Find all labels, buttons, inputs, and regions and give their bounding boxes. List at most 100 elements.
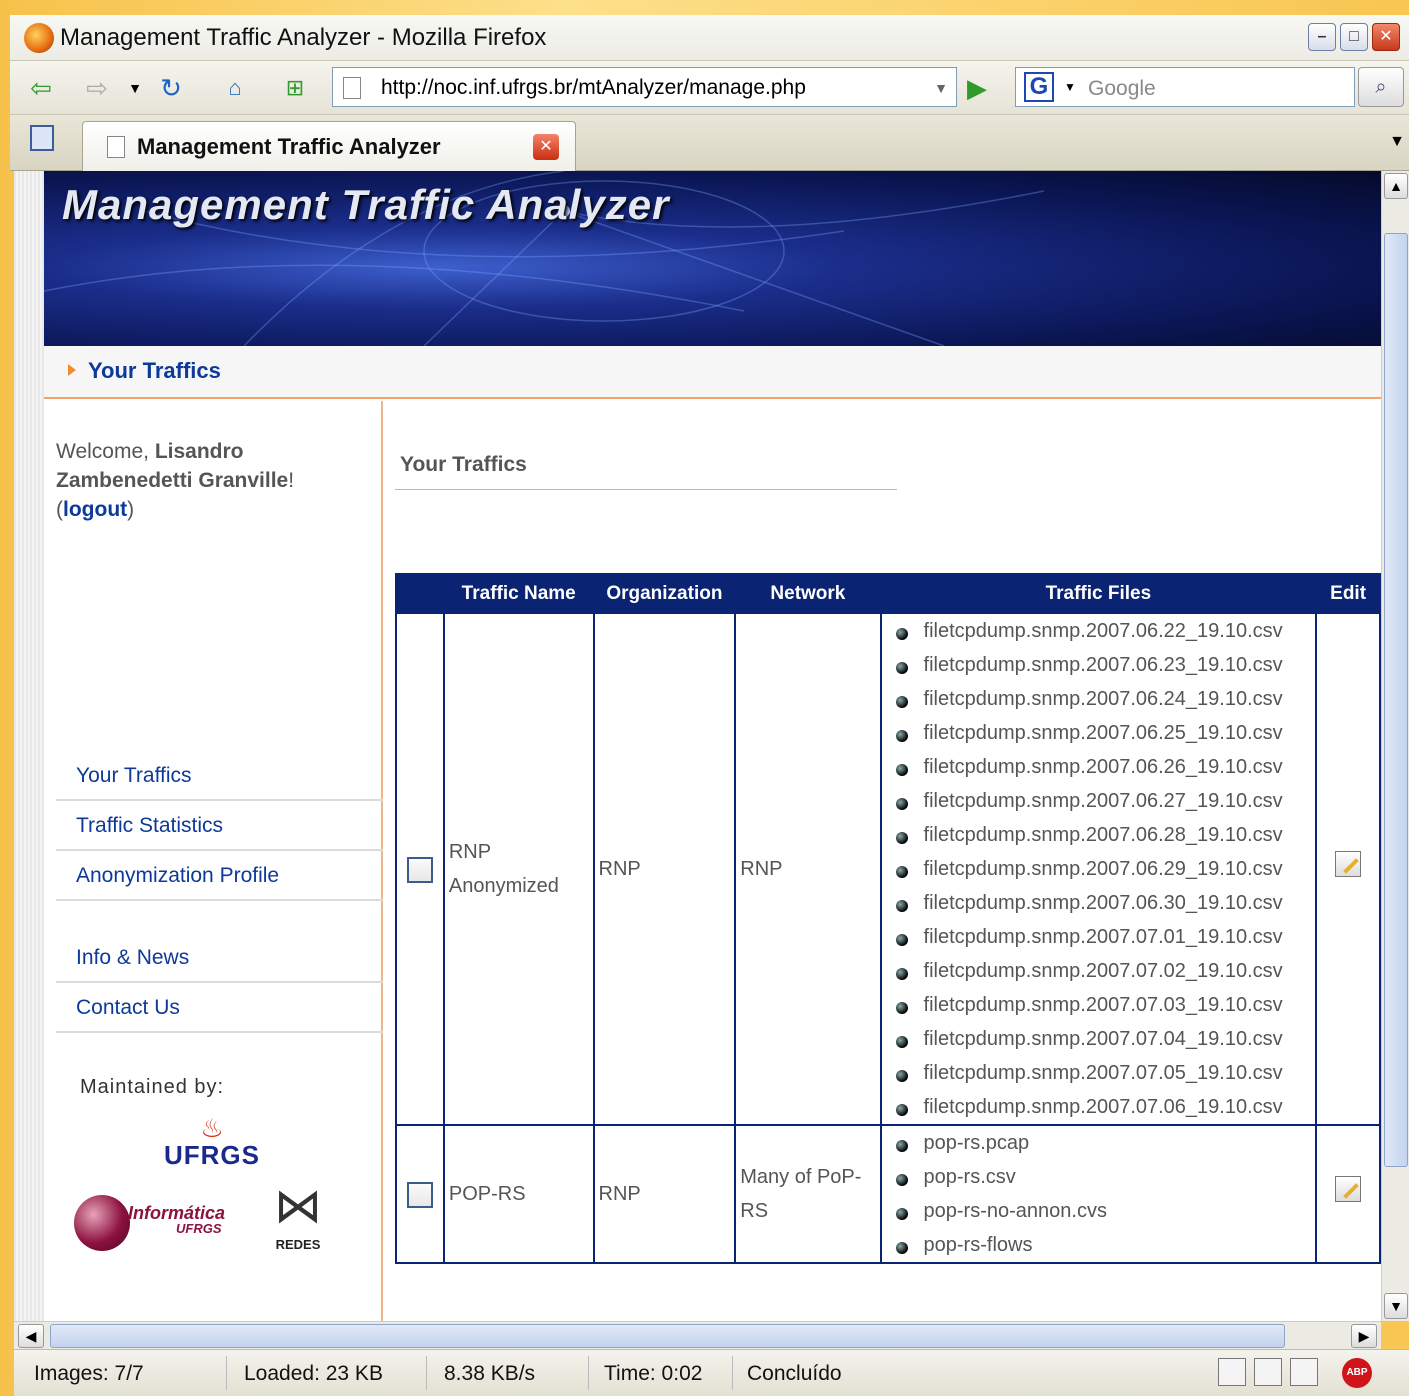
bullet-icon [895,968,908,980]
traffic-file-name[interactable]: filetcpdump.snmp.2007.06.28_19.10.csv [924,824,1283,846]
sidebar-item-anonymization-profile[interactable]: Anonymization Profile [56,851,383,901]
list-item[interactable]: filetcpdump.snmp.2007.06.29_19.10.csv [886,852,1312,886]
scroll-left-icon[interactable]: ◀ [18,1324,44,1348]
bullet-icon [895,900,908,912]
adblock-plus-icon[interactable]: ABP [1342,1358,1372,1388]
traffic-file-name[interactable]: filetcpdump.snmp.2007.06.27_19.10.csv [924,790,1283,812]
traffic-file-name[interactable]: filetcpdump.snmp.2007.07.01_19.10.csv [924,926,1283,948]
list-item[interactable]: filetcpdump.snmp.2007.07.06_19.10.csv [886,1090,1312,1124]
traffic-file-name[interactable]: pop-rs-no-annon.cvs [924,1200,1107,1222]
logout-link[interactable]: logout [63,498,127,521]
magnifier-icon[interactable]: ⌕ [1358,67,1404,107]
list-item[interactable]: pop-rs-flows [886,1228,1312,1262]
list-item[interactable]: filetcpdump.snmp.2007.06.30_19.10.csv [886,886,1312,920]
breadcrumb-label[interactable]: Your Traffics [88,358,221,384]
horizontal-scroll-thumb[interactable] [50,1324,1285,1348]
page-icon [107,136,125,158]
list-item[interactable]: pop-rs.pcap [886,1126,1312,1160]
url-dropdown-icon[interactable]: ▼ [934,80,948,96]
search-input[interactable]: Google [1088,77,1156,101]
tab-close-icon[interactable]: ✕ [533,134,559,160]
list-item[interactable]: pop-rs-no-annon.cvs [886,1194,1312,1228]
list-item[interactable]: filetcpdump.snmp.2007.07.03_19.10.csv [886,988,1312,1022]
list-item[interactable]: filetcpdump.snmp.2007.07.02_19.10.csv [886,954,1312,988]
url-text[interactable]: http://noc.inf.ufrgs.br/mtAnalyzer/manag… [381,76,806,100]
scroll-down-icon[interactable]: ▼ [1384,1293,1408,1319]
scroll-up-icon[interactable]: ▲ [1384,173,1408,199]
reload-icon[interactable]: ↻ [154,71,188,105]
traffic-file-name[interactable]: filetcpdump.snmp.2007.06.30_19.10.csv [924,892,1283,914]
row-checkbox[interactable] [406,1181,433,1208]
traffic-file-name[interactable]: filetcpdump.snmp.2007.07.06_19.10.csv [924,1096,1283,1118]
bookmarks-icon[interactable] [30,125,54,151]
informatica-logo-subtext: UFRGS [176,1221,222,1236]
pencil-icon[interactable] [1290,1358,1318,1386]
search-engine-dropdown-icon[interactable]: ▼ [1064,80,1076,94]
search-bar[interactable]: G ▼ Google [1015,67,1355,107]
tab-list-icon[interactable]: ▼ [1389,133,1405,151]
horizontal-scrollbar[interactable]: ◀ ▶ [14,1321,1381,1349]
traffic-file-name[interactable]: filetcpdump.snmp.2007.07.04_19.10.csv [924,1028,1283,1050]
scroll-right-icon[interactable]: ▶ [1351,1324,1377,1348]
sidebar-item-traffic-statistics[interactable]: Traffic Statistics [56,801,383,851]
bullet-icon [895,1104,908,1116]
traffic-file-name[interactable]: filetcpdump.snmp.2007.07.03_19.10.csv [924,994,1283,1016]
close-window-button[interactable]: ✕ [1372,23,1400,51]
list-item[interactable]: filetcpdump.snmp.2007.07.01_19.10.csv [886,920,1312,954]
list-item[interactable]: filetcpdump.snmp.2007.06.22_19.10.csv [886,614,1312,648]
history-dropdown-icon[interactable]: ▼ [118,71,152,105]
clipboard-icon[interactable] [1254,1358,1282,1386]
status-bar: Images: 7/7 Loaded: 23 KB 8.38 KB/s Time… [14,1349,1409,1396]
list-item[interactable]: filetcpdump.snmp.2007.06.23_19.10.csv [886,648,1312,682]
traffic-file-name[interactable]: filetcpdump.snmp.2007.06.22_19.10.csv [924,620,1283,642]
forward-icon[interactable]: ⇨ [80,71,114,105]
list-item[interactable]: filetcpdump.snmp.2007.07.05_19.10.csv [886,1056,1312,1090]
back-icon[interactable]: ⇦ [24,71,58,105]
sidebar-item-contact-us[interactable]: Contact Us [56,983,383,1033]
banner-title: Management Traffic Analyzer [62,181,670,228]
traffic-file-name[interactable]: filetcpdump.snmp.2007.07.02_19.10.csv [924,960,1283,982]
go-icon[interactable]: ▶ [960,71,994,105]
header-traffic-files: Traffic Files [879,573,1318,614]
status-time: Time: 0:02 [604,1362,703,1385]
tab-management-traffic-analyzer[interactable]: Management Traffic Analyzer ✕ [82,121,576,171]
traffic-file-name[interactable]: filetcpdump.snmp.2007.06.29_19.10.csv [924,858,1283,880]
list-item[interactable]: filetcpdump.snmp.2007.06.26_19.10.csv [886,750,1312,784]
list-item[interactable]: filetcpdump.snmp.2007.06.25_19.10.csv [886,716,1312,750]
vertical-scroll-thumb[interactable] [1384,233,1408,1167]
minimize-button[interactable]: – [1308,23,1336,51]
page-viewport: Management Traffic Analyzer Your Traffic… [14,171,1381,1321]
traffic-file-name[interactable]: pop-rs-flows [924,1234,1033,1256]
edit-icon[interactable] [1335,1175,1362,1202]
maximize-button[interactable]: □ [1340,23,1368,51]
traffic-file-name[interactable]: filetcpdump.snmp.2007.06.23_19.10.csv [924,654,1283,676]
status-loaded: Loaded: 23 KB [244,1362,383,1385]
traffic-file-name[interactable]: pop-rs.pcap [924,1132,1030,1154]
traffic-files-cell: filetcpdump.snmp.2007.06.22_19.10.csvfil… [879,612,1318,1126]
traffic-file-name[interactable]: pop-rs.csv [924,1166,1016,1188]
list-item[interactable]: filetcpdump.snmp.2007.06.28_19.10.csv [886,818,1312,852]
row-checkbox[interactable] [406,856,433,883]
table-body: RNP Anonymized RNP RNP filetcpdump.snmp.200… [395,612,1381,1264]
traffic-file-name[interactable]: filetcpdump.snmp.2007.06.24_19.10.csv [924,688,1283,710]
url-bar[interactable]: http://noc.inf.ufrgs.br/mtAnalyzer/manag… [332,67,957,107]
new-tab-icon[interactable]: ⊞ [278,71,312,105]
sidebar-item-your-traffics[interactable]: Your Traffics [56,751,383,801]
sidebar-item-info-news[interactable]: Info & News [56,933,383,983]
screen-capture-icon[interactable] [1218,1358,1246,1386]
bullet-icon [895,1036,908,1048]
list-item[interactable]: filetcpdump.snmp.2007.06.24_19.10.csv [886,682,1312,716]
traffic-file-name[interactable]: filetcpdump.snmp.2007.06.26_19.10.csv [924,756,1283,778]
list-item[interactable]: filetcpdump.snmp.2007.07.04_19.10.csv [886,1022,1312,1056]
tab-bar: Management Traffic Analyzer ✕ ▼ [10,115,1409,171]
google-icon[interactable]: G [1024,72,1054,102]
edit-icon[interactable] [1335,850,1362,877]
traffic-file-name[interactable]: filetcpdump.snmp.2007.07.05_19.10.csv [924,1062,1283,1084]
informatica-sphere-icon [74,1195,130,1251]
traffic-file-name[interactable]: filetcpdump.snmp.2007.06.25_19.10.csv [924,722,1283,744]
home-icon[interactable]: ⌂ [218,71,252,105]
list-item[interactable]: pop-rs.csv [886,1160,1312,1194]
list-item[interactable]: filetcpdump.snmp.2007.06.27_19.10.csv [886,784,1312,818]
vertical-scrollbar[interactable]: ▲ ▼ [1381,171,1409,1321]
welcome-text: Welcome, Lisandro Zambenedetti Granville… [56,440,295,521]
